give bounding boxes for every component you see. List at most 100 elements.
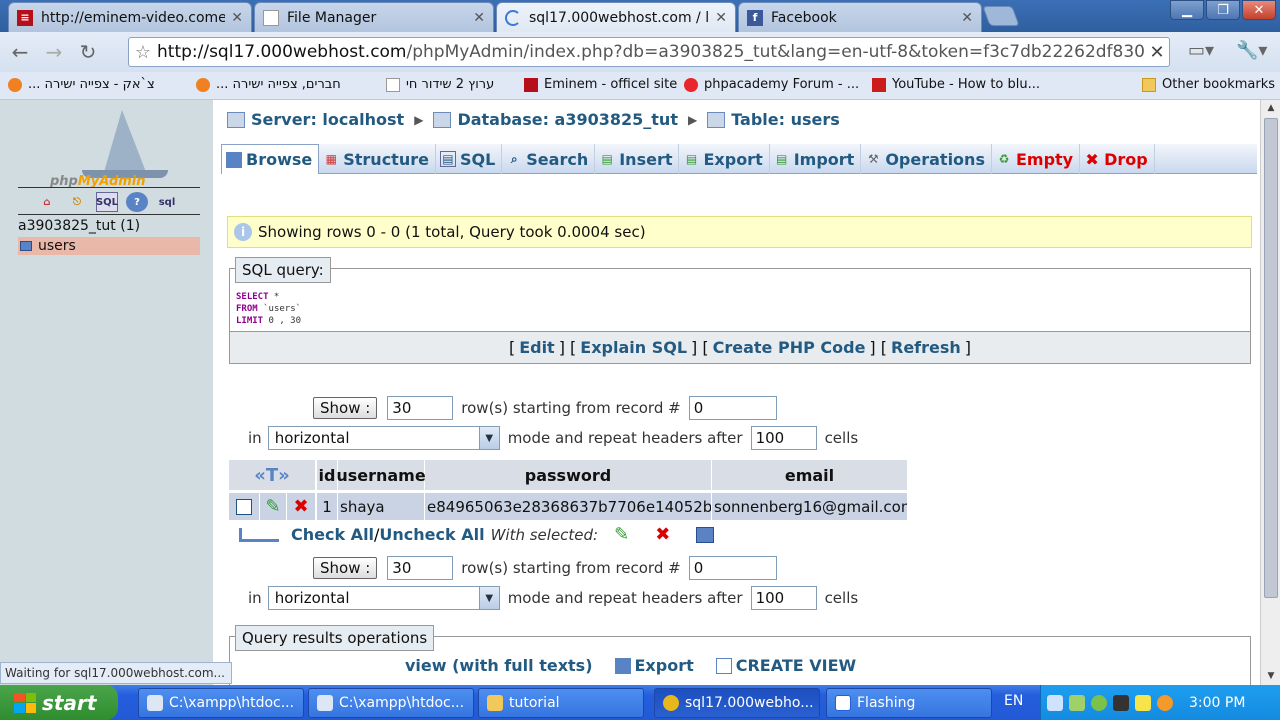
start-button[interactable]: start (0, 685, 118, 720)
tab-browse[interactable]: Browse (221, 144, 320, 174)
wrench-menu-icon[interactable]: 🔧▾ (1236, 40, 1267, 61)
stream-icon (196, 77, 210, 92)
page-scrollbar[interactable]: ▲ ▼ (1260, 100, 1280, 685)
taskbar-item-label: C:\xampp\htdoc... (339, 695, 465, 711)
create-view-link[interactable]: CREATE VIEW (736, 656, 856, 675)
close-tab-icon[interactable]: ✕ (231, 10, 243, 26)
tab-drop[interactable]: ✖ Drop (1080, 144, 1155, 174)
breadcrumb-database[interactable]: Database: a3903825_tut (457, 110, 678, 129)
scrollbar-thumb[interactable] (1264, 118, 1278, 598)
bookmark-item[interactable]: phpacademy Forum - ... (684, 77, 859, 92)
breadcrumb-table[interactable]: Table: users (731, 110, 840, 129)
bookmark-item[interactable]: Eminem - officel site (524, 77, 677, 92)
column-header-id[interactable]: id (317, 460, 337, 490)
tray-utility-icon[interactable] (1157, 694, 1173, 711)
restore-button[interactable]: ❐ (1206, 0, 1240, 20)
bookmark-item[interactable]: ... חברים, צפייה ישירה (196, 77, 341, 92)
close-tab-icon[interactable]: ✕ (961, 10, 973, 26)
column-header-email[interactable]: email (712, 460, 907, 490)
column-header-password[interactable]: password (425, 460, 711, 490)
new-tab-button[interactable] (982, 6, 1020, 26)
show-button-bottom[interactable]: Show : (313, 557, 378, 579)
breadcrumb-server[interactable]: Server: localhost (251, 110, 404, 129)
query-window-icon[interactable]: SQL (96, 192, 118, 212)
edit-selected-icon[interactable]: ✎ (614, 524, 629, 545)
page-menu-icon[interactable]: ▭▾ (1188, 40, 1214, 61)
volume-icon[interactable] (1113, 694, 1129, 711)
address-bar[interactable]: ☆ http://sql17.000webhost.com/phpMyAdmin… (128, 37, 1170, 67)
repeat-headers-input[interactable]: 100 (750, 426, 817, 450)
browser-tab-facebook[interactable]: f Facebook ✕ (738, 2, 982, 32)
check-all-link[interactable]: Check All (291, 525, 374, 544)
delete-icon[interactable]: ✖ (287, 493, 315, 520)
tab-structure[interactable]: ▦ Structure (319, 144, 436, 174)
refresh-link[interactable]: Refresh (891, 338, 961, 357)
tab-search[interactable]: ⌕ Search (502, 144, 596, 174)
display-mode-select[interactable]: horizontal ▼ (267, 426, 500, 450)
close-tab-icon[interactable]: ✕ (473, 10, 485, 26)
stop-loading-icon[interactable]: ✕ (1145, 42, 1169, 63)
minimize-button[interactable]: ▁ (1170, 0, 1204, 20)
export-selected-icon[interactable] (696, 526, 715, 543)
tab-operations[interactable]: ⚒ Operations (861, 144, 992, 174)
url-text[interactable]: http://sql17.000webhost.com/phpMyAdmin/i… (157, 42, 1145, 62)
display-mode-select-bottom[interactable]: horizontal ▼ (267, 586, 500, 610)
browser-tab-phpmyadmin[interactable]: sql17.000webhost.com / lo... ✕ (496, 2, 736, 32)
forward-button[interactable]: → (40, 38, 68, 66)
create-php-code-link[interactable]: Create PHP Code (713, 338, 866, 357)
language-indicator[interactable]: EN (1004, 693, 1023, 709)
security-shield-icon[interactable] (1091, 694, 1107, 711)
column-header-username[interactable]: username (336, 460, 426, 490)
explain-sql-link[interactable]: Explain SQL (580, 338, 687, 357)
bookmark-item[interactable]: YouTube - How to blu... (872, 77, 1040, 92)
database-link[interactable]: a3903825_tut (1) (18, 218, 140, 234)
uncheck-all-link[interactable]: Uncheck All (379, 525, 484, 544)
help-icon[interactable]: ? (126, 192, 148, 212)
rows-input-bottom[interactable]: 30 (387, 556, 454, 580)
bookmark-item[interactable]: ... צ`אק - צפייה ישירה (8, 77, 155, 92)
start-record-input-bottom[interactable]: 0 (688, 556, 777, 580)
edit-pencil-icon[interactable]: ✎ (260, 493, 286, 520)
print-view-full-texts-link[interactable]: view (with full texts) (405, 656, 593, 675)
edit-query-link[interactable]: Edit (519, 338, 555, 357)
sql-docs-icon[interactable]: sql (156, 192, 178, 212)
tray-notification-icon[interactable] (1135, 694, 1151, 711)
scroll-up-icon[interactable]: ▲ (1261, 100, 1280, 116)
other-bookmarks[interactable]: Other bookmarks (1142, 77, 1275, 92)
browser-tab-eminem[interactable]: ≡ http://eminem-video.come... ✕ (8, 2, 252, 32)
taskbar-item-tutorial[interactable]: tutorial (478, 688, 644, 718)
reload-button[interactable]: ↻ (74, 38, 102, 66)
taskbar-item-explorer-1[interactable]: C:\xampp\htdoc... (138, 688, 304, 718)
tab-sql[interactable]: ▤ SQL (436, 144, 503, 174)
back-button[interactable]: ← (6, 38, 34, 66)
taskbar-item-explorer-2[interactable]: C:\xampp\htdoc... (308, 688, 474, 718)
tray-app-icon[interactable] (1047, 694, 1063, 711)
show-button[interactable]: Show : (313, 397, 378, 419)
export-link[interactable]: Export (635, 656, 694, 675)
window-close-button[interactable]: ✕ (1242, 0, 1276, 20)
close-tab-icon[interactable]: ✕ (715, 10, 727, 26)
row-checkbox[interactable] (236, 498, 252, 515)
home-icon[interactable]: ⌂ (36, 192, 58, 212)
scroll-down-icon[interactable]: ▼ (1261, 668, 1280, 684)
query-results-operations-label: Query results operations (235, 625, 435, 651)
repeat-headers-input-bottom[interactable]: 100 (750, 586, 817, 610)
taskbar-item-flashing[interactable]: Flashing (826, 688, 992, 718)
bookmark-star-icon[interactable]: ☆ (129, 42, 157, 63)
system-tray: 3:00 PM (1040, 685, 1280, 720)
tab-export[interactable]: ▤ Export (679, 144, 770, 174)
table-link-users[interactable]: users (18, 237, 200, 255)
phpmyadmin-logo[interactable]: phpMyAdmin (46, 110, 176, 190)
delete-selected-icon[interactable]: ✖ (655, 524, 670, 545)
tab-empty[interactable]: ♻ Empty (992, 144, 1081, 174)
tab-import[interactable]: ▤ Import (770, 144, 862, 174)
start-record-input[interactable]: 0 (688, 396, 777, 420)
network-icon[interactable] (1069, 694, 1085, 711)
rows-input[interactable]: 30 (387, 396, 454, 420)
browser-tab-file-manager[interactable]: File Manager ✕ (254, 2, 494, 32)
taskbar-item-chrome[interactable]: sql17.000webho... (654, 688, 820, 718)
logout-icon[interactable]: ⎋ (66, 192, 88, 212)
sort-arrows-header[interactable]: «T» (229, 460, 315, 490)
bookmark-item[interactable]: ערוץ 2 שידור חי (386, 77, 494, 92)
tab-insert[interactable]: ▤ Insert (595, 144, 680, 174)
